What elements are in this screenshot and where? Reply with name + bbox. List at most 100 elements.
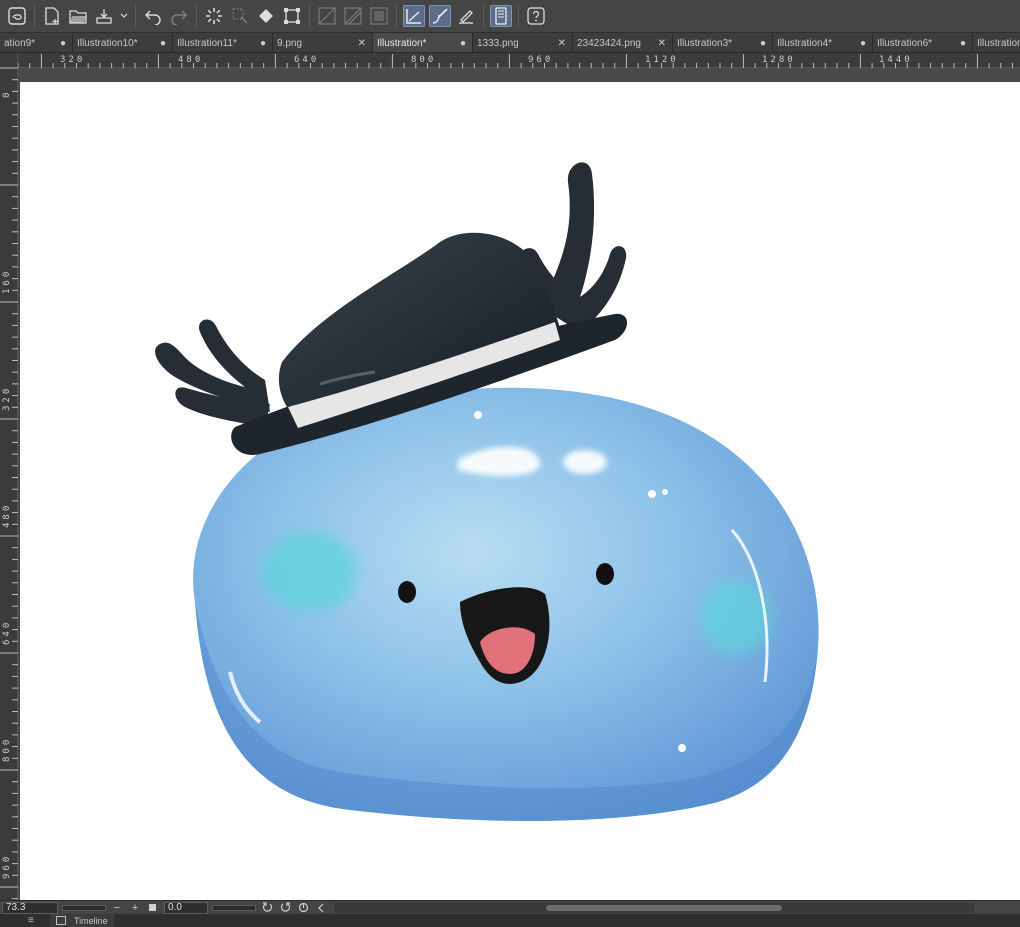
snap-ruler-icon[interactable] [316,5,338,27]
tab-timeline[interactable]: Timeline [50,914,114,927]
slime-eye-right [596,563,614,585]
tab-document[interactable]: Illustration10* ● [73,33,173,52]
tab-document[interactable]: Illustration4* ● [773,33,873,52]
ruler-label: 1280 [762,55,796,65]
ruler-label: 320 [60,55,86,65]
tab-document[interactable]: Illustration [973,33,1020,52]
ruler-label: 160 [2,268,12,294]
tab-label: Illustration3* [677,37,733,49]
tab-document[interactable]: 1333.png ✕ [473,33,573,52]
tab-modified-dot[interactable]: ● [160,38,166,49]
zoom-slider[interactable] [62,904,106,911]
snap-grid-icon[interactable] [368,5,390,27]
fill-icon[interactable] [255,5,277,27]
snap-special-ruler-icon[interactable] [342,5,364,27]
tab-label: 1333.png [477,37,519,49]
rotation-angle-field[interactable]: 0.0 [164,901,208,914]
help-icon[interactable] [525,5,547,27]
ruler-label: 640 [294,55,320,65]
tab-label: ation9* [4,37,36,49]
ruler-label: 1440 [879,55,913,65]
ruler-left[interactable]: 0 160 320 480 640 800 960 [0,54,18,900]
tab-label: 9.png [277,37,303,49]
clear-selection-icon[interactable] [229,5,251,27]
tab-document[interactable]: ation9* ● [0,33,73,52]
ruler-label: 1120 [645,55,679,65]
tab-document[interactable]: 9.png ✕ [273,33,373,52]
panel-menu-icon[interactable]: ≡ [28,915,40,926]
tab-close-icon[interactable]: ✕ [358,38,366,49]
toolbar-separator [196,5,197,27]
scrollbar-thumb[interactable] [546,904,782,911]
reset-rotation-icon[interactable] [296,902,310,914]
ruler-label: 640 [2,619,12,645]
rotate-left-icon[interactable] [260,902,274,914]
tab-label: Illustration6* [877,37,933,49]
stabilizer-icon[interactable] [429,5,451,27]
canvas-artboard[interactable] [20,82,1020,900]
document-tab-bar: ation9* ● Illustration10* ● Illustration11… [0,33,1020,53]
tab-modified-dot[interactable]: ● [760,38,766,49]
toolbar-separator [518,5,519,27]
toolbar-separator [396,5,397,27]
flip-horizontal-icon[interactable] [314,902,328,914]
ruler-top[interactable]: 320 480 640 800 960 1120 1280 1440 [18,54,1020,68]
tab-document-active[interactable]: Illustration* ● [373,33,473,52]
ruler-label: 480 [178,55,204,65]
perspective-ruler-icon[interactable] [403,5,425,27]
tab-document[interactable]: Illustration3* ● [673,33,773,52]
bottom-panel-bar: ≡ Timeline [0,914,1020,927]
toolbar-separator [34,5,35,27]
undo-icon[interactable] [142,5,164,27]
ruler-ticks [18,54,1013,68]
tab-modified-dot[interactable]: ● [860,38,866,49]
timeline-tab-label: Timeline [74,915,108,926]
redo-icon[interactable] [168,5,190,27]
main-toolbar [0,0,1020,33]
open-folder-icon[interactable] [67,5,89,27]
ruler-label: 800 [411,55,437,65]
loading-spinner-icon[interactable] [203,5,225,27]
tab-document[interactable]: Illustration11* ● [173,33,273,52]
zoom-level-field[interactable]: 73.3 [2,901,58,914]
ruler-label: 320 [2,385,12,411]
tab-modified-dot[interactable]: ● [260,38,266,49]
antler-left [155,319,270,427]
transform-icon[interactable] [281,5,303,27]
stop-icon[interactable] [146,902,160,914]
timeline-icon [56,916,66,925]
tab-close-icon[interactable]: ✕ [558,38,566,49]
tab-document[interactable]: Illustration6* ● [873,33,973,52]
chevron-down-icon[interactable] [119,5,129,27]
ruler-label: 800 [2,736,12,762]
tab-label: 23423424.png [577,37,641,49]
tab-modified-dot[interactable]: ● [960,38,966,49]
tablet-icon[interactable] [490,5,512,27]
app-logo-icon[interactable] [6,5,28,27]
tab-label: Illustration4* [777,37,833,49]
tab-modified-dot[interactable]: ● [60,38,66,49]
tab-label: Illustration [977,37,1020,49]
toolbar-separator [135,5,136,27]
zoom-out-button[interactable]: − [110,902,124,914]
slime-eye-left [398,581,416,603]
toolbar-separator [309,5,310,27]
save-icon[interactable] [93,5,115,27]
tab-modified-dot[interactable]: ● [460,38,466,49]
rotation-slider[interactable] [212,904,256,911]
tab-document[interactable]: 23423424.png ✕ [573,33,673,52]
zoom-in-button[interactable]: + [128,902,142,914]
ruler-pen-icon[interactable] [455,5,477,27]
canvas-viewport[interactable] [18,68,1020,900]
ruler-label: 480 [2,502,12,528]
rotate-right-icon[interactable] [278,902,292,914]
tab-label: Illustration* [377,37,427,49]
horizontal-scrollbar[interactable] [334,902,974,913]
new-canvas-icon[interactable] [41,5,63,27]
navigator-status-bar: 73.3 − + 0.0 [0,900,1020,914]
ruler-label: 960 [2,853,12,879]
tab-label: Illustration10* [77,37,138,49]
ruler-ticks [0,67,18,900]
tab-close-icon[interactable]: ✕ [658,38,666,49]
slime-illustration [155,162,819,821]
